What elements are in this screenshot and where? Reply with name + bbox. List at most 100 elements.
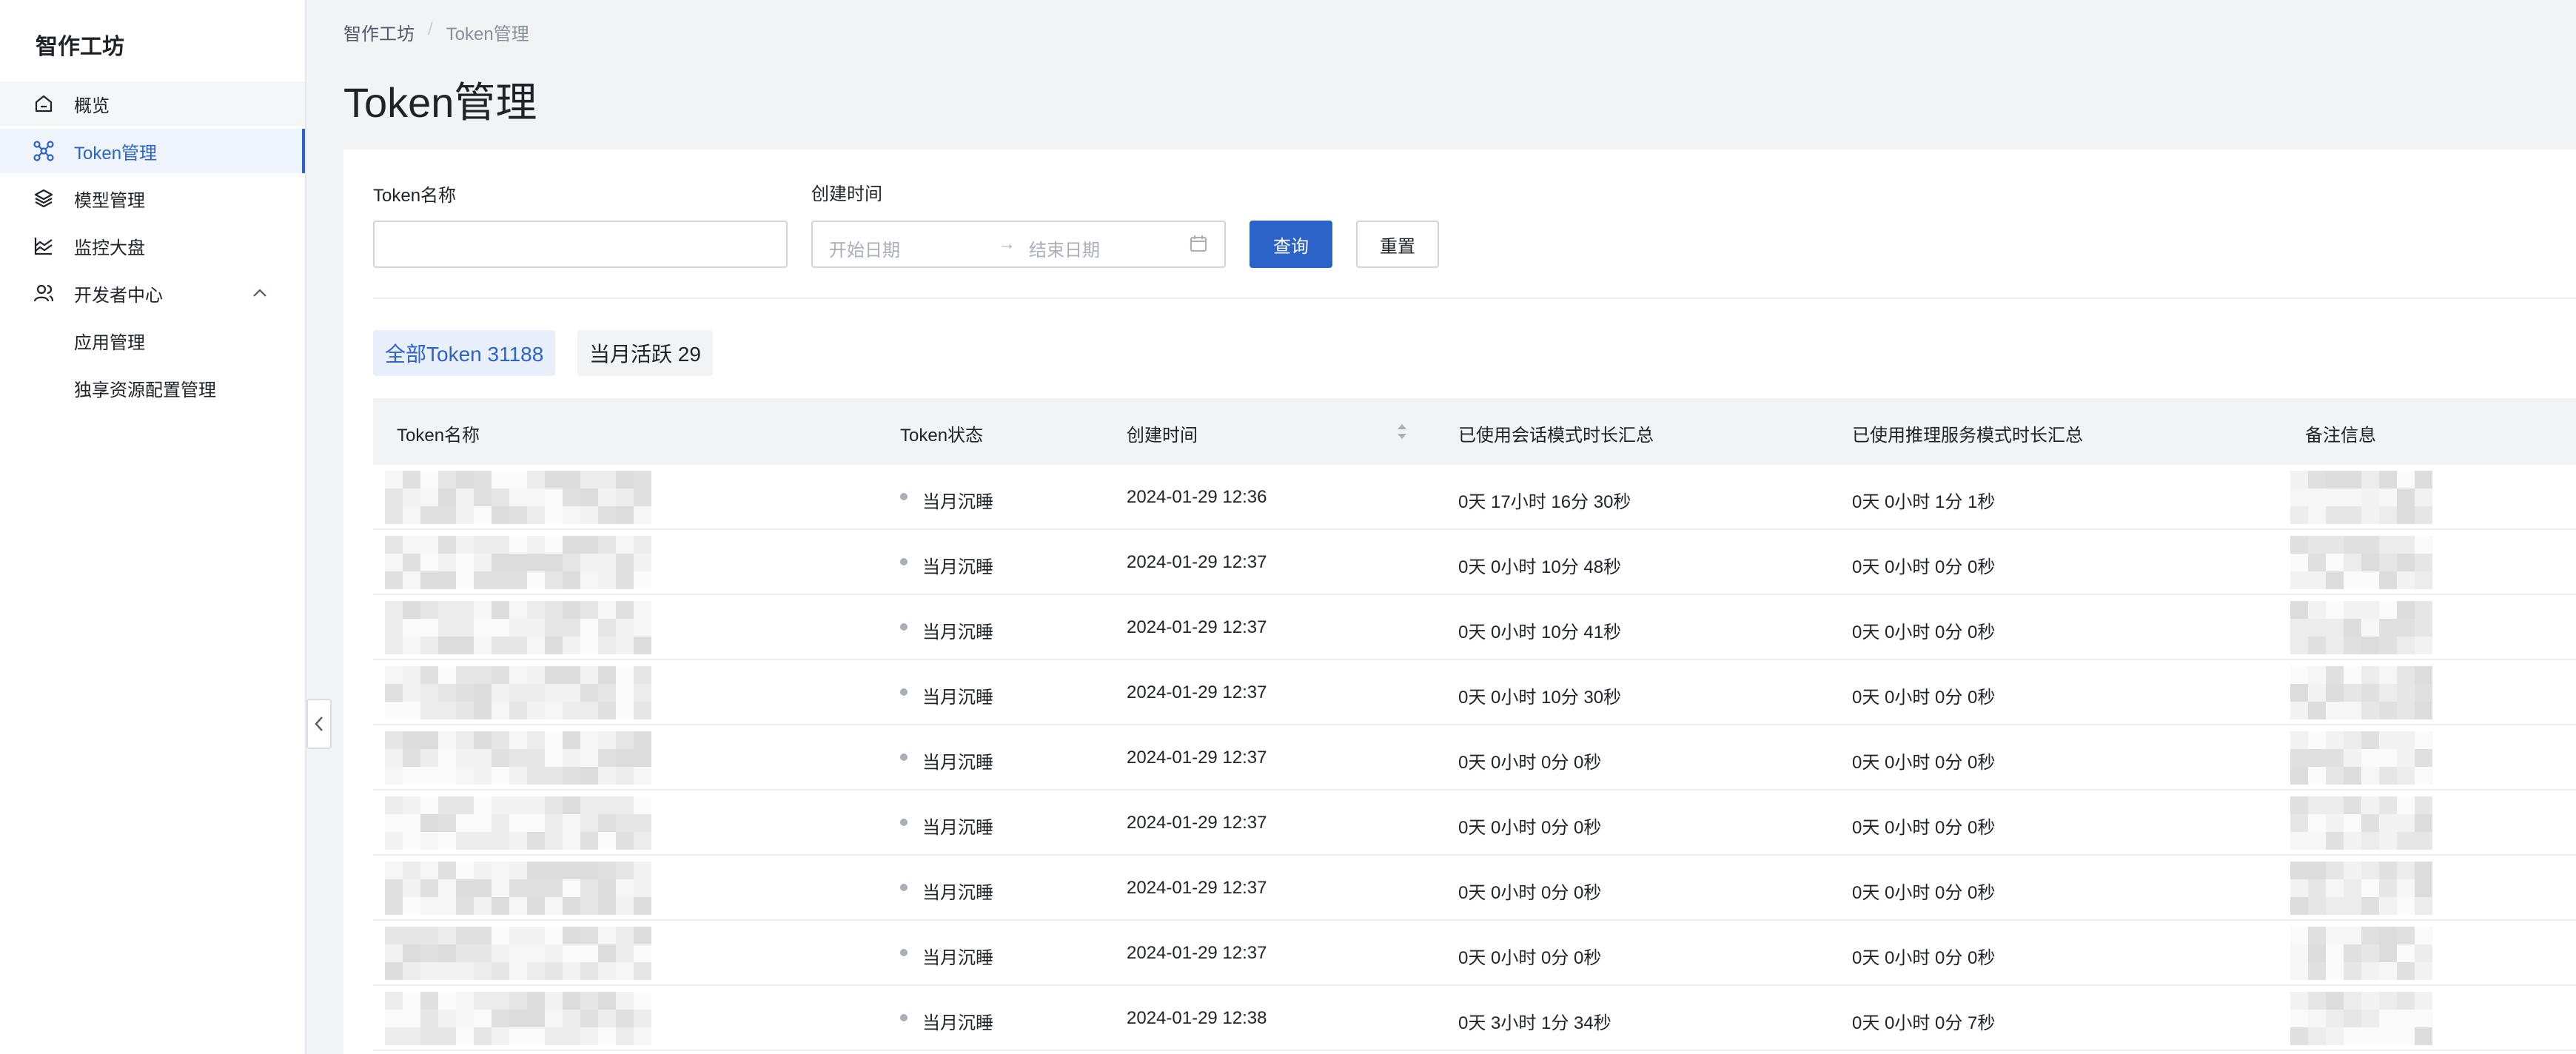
chevron-left-icon — [315, 716, 323, 731]
breadcrumb: 智作工坊 / Token管理 — [343, 19, 529, 45]
status-dot-icon — [900, 884, 908, 891]
session-duration-cell: 0天 0小时 10分 30秒 — [1458, 688, 1622, 708]
redacted-note — [2290, 860, 2438, 916]
status-cell: 当月沉睡 — [922, 883, 993, 903]
status-dot-icon — [900, 819, 908, 826]
session-duration-cell: 0天 0小时 10分 48秒 — [1458, 557, 1622, 577]
sort-icon[interactable] — [1395, 420, 1409, 443]
query-button[interactable]: 查询 — [1250, 221, 1332, 268]
reset-button[interactable]: 重置 — [1356, 221, 1439, 268]
status-cell: 当月沉睡 — [922, 948, 993, 968]
sidebar-item-overview[interactable]: 概览 — [0, 81, 305, 126]
status-dot-icon — [900, 688, 908, 696]
inference-duration-cell: 0天 0小时 0分 0秒 — [1852, 753, 1996, 773]
redacted-note — [2290, 469, 2438, 526]
status-dot-icon — [900, 623, 908, 631]
sidebar-subitem-label: 应用管理 — [74, 332, 145, 353]
column-header-created: 创建时间 — [1127, 426, 1198, 446]
session-duration-cell: 0天 0小时 0分 0秒 — [1458, 753, 1602, 773]
user-group-icon — [33, 282, 55, 304]
status-cell: 当月沉睡 — [922, 1013, 993, 1033]
column-header-status: Token状态 — [900, 426, 984, 446]
column-header-notes: 备注信息 — [2305, 426, 2376, 446]
redacted-note — [2290, 925, 2438, 981]
created-time-cell: 2024-01-29 12:37 — [1127, 617, 1267, 637]
status-cell: 当月沉睡 — [922, 753, 993, 773]
sidebar-item-label: 概览 — [74, 95, 110, 116]
inference-duration-cell: 0天 0小时 0分 0秒 — [1852, 883, 1996, 903]
end-date-placeholder[interactable]: 结束日期 — [1029, 235, 1100, 261]
table-row[interactable]: 当月沉睡 2024-01-29 12:38 0天 3小时 1分 34秒 0天 0小时 … — [373, 986, 2576, 1051]
status-dot-icon — [900, 493, 908, 500]
tab-monthly-active[interactable]: 当月活跃 29 — [577, 330, 713, 376]
sidebar-item-monitor[interactable]: 监控大盘 — [0, 224, 305, 268]
created-time-cell: 2024-01-29 12:37 — [1127, 878, 1267, 898]
sidebar-subitem-apps[interactable]: 应用管理 — [0, 318, 305, 363]
redacted-note — [2290, 795, 2438, 851]
redacted-token-name — [385, 990, 657, 1047]
table-header: Token名称 Token状态 创建时间 已使用会话模式时长汇总 已使用推理服务… — [373, 398, 2576, 465]
token-name-input[interactable] — [373, 221, 788, 268]
column-header-inference-duration: 已使用推理服务模式时长汇总 — [1852, 426, 2083, 446]
table-row[interactable]: 当月沉睡 2024-01-29 12:37 0天 0小时 10分 48秒 0天 0小时… — [373, 530, 2576, 595]
redacted-token-name — [385, 795, 657, 851]
start-date-placeholder[interactable]: 开始日期 — [829, 235, 900, 261]
main-panel: Token名称 创建时间 开始日期 → 结束日期 查询 重置 全部Token 3… — [343, 150, 2576, 1054]
breadcrumb-separator: / — [428, 19, 433, 39]
column-header-name: Token名称 — [397, 426, 480, 446]
network-icon — [33, 140, 55, 162]
table-row[interactable]: 当月沉睡 2024-01-29 12:37 0天 0小时 0分 0秒 0天 0小时 0… — [373, 921, 2576, 986]
page-title: Token管理 — [343, 79, 537, 126]
session-duration-cell: 0天 0小时 10分 41秒 — [1458, 622, 1622, 642]
breadcrumb-root[interactable]: 智作工坊 — [343, 19, 415, 45]
session-duration-cell: 0天 3小时 1分 34秒 — [1458, 1013, 1611, 1033]
table-row[interactable]: 当月沉睡 2024-01-29 12:37 0天 0小时 0分 0秒 0天 0小时 0… — [373, 725, 2576, 790]
redacted-token-name — [385, 860, 657, 916]
sidebar-subitem-label: 独享资源配置管理 — [74, 380, 216, 400]
table-row[interactable]: 当月沉睡 2024-01-29 12:36 0天 17小时 16分 30秒 0天 0小… — [373, 465, 2576, 530]
redacted-token-name — [385, 469, 657, 526]
layers-icon — [33, 187, 55, 209]
table-row[interactable]: 当月沉睡 2024-01-29 12:37 0天 0小时 0分 0秒 0天 0小时 0… — [373, 856, 2576, 921]
date-range-picker[interactable]: 开始日期 → 结束日期 — [811, 221, 1226, 268]
sidebar-item-models[interactable]: 模型管理 — [0, 176, 305, 221]
column-header-session-duration: 已使用会话模式时长汇总 — [1458, 426, 1654, 446]
range-arrow: → — [998, 234, 1016, 254]
sidebar-subitem-dedicated-resources[interactable]: 独享资源配置管理 — [0, 366, 305, 410]
inference-duration-cell: 0天 0小时 0分 0秒 — [1852, 818, 1996, 838]
sidebar-item-developer[interactable]: 开发者中心 — [0, 271, 305, 315]
calendar-icon[interactable] — [1189, 234, 1211, 256]
status-cell: 当月沉睡 — [922, 688, 993, 708]
sidebar-item-label: 监控大盘 — [74, 238, 145, 258]
status-cell: 当月沉睡 — [922, 622, 993, 642]
sidebar-item-token[interactable]: Token管理 — [0, 129, 305, 173]
redacted-note — [2290, 665, 2438, 721]
session-duration-cell: 0天 17小时 16分 30秒 — [1458, 492, 1631, 512]
table-row[interactable]: 当月沉睡 2024-01-29 12:37 0天 0小时 10分 30秒 0天 0小时… — [373, 660, 2576, 725]
redacted-note — [2290, 730, 2438, 786]
chart-area-icon — [33, 235, 55, 257]
created-time-cell: 2024-01-29 12:37 — [1127, 813, 1267, 833]
inference-duration-cell: 0天 0小时 0分 0秒 — [1852, 688, 1996, 708]
sidebar-item-label: 开发者中心 — [74, 285, 163, 306]
sidebar-item-label: 模型管理 — [74, 190, 145, 211]
status-cell: 当月沉睡 — [922, 492, 993, 512]
status-dot-icon — [900, 558, 908, 565]
inference-duration-cell: 0天 0小时 0分 0秒 — [1852, 622, 1996, 642]
created-time-cell: 2024-01-29 12:37 — [1127, 682, 1267, 702]
redacted-token-name — [385, 600, 657, 656]
redacted-token-name — [385, 534, 657, 591]
sidebar-collapse-button[interactable] — [306, 699, 332, 749]
inference-duration-cell: 0天 0小时 0分 7秒 — [1852, 1013, 1996, 1033]
table-row[interactable]: 当月沉睡 2024-01-29 12:37 0天 0小时 10分 41秒 0天 0小时… — [373, 595, 2576, 660]
created-time-cell: 2024-01-29 12:37 — [1127, 748, 1267, 768]
tab-all-tokens[interactable]: 全部Token 31188 — [373, 330, 556, 376]
status-dot-icon — [900, 949, 908, 956]
status-cell: 当月沉睡 — [922, 818, 993, 838]
session-duration-cell: 0天 0小时 0分 0秒 — [1458, 883, 1602, 903]
sidebar: 智作工坊 概览 Token管理 模型管理 监控大盘 开发者中心 应用管理 独享资… — [0, 0, 306, 1054]
redacted-token-name — [385, 925, 657, 981]
chevron-up-icon[interactable] — [249, 282, 271, 304]
session-duration-cell: 0天 0小时 0分 0秒 — [1458, 818, 1602, 838]
table-row[interactable]: 当月沉睡 2024-01-29 12:37 0天 0小时 0分 0秒 0天 0小时 0… — [373, 790, 2576, 856]
